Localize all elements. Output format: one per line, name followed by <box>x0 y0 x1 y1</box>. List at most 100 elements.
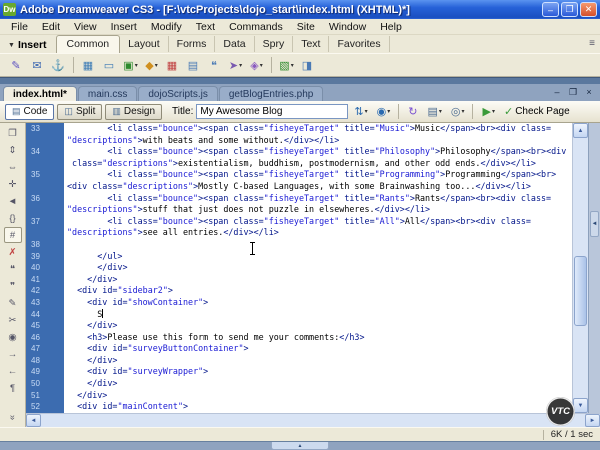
format-source-icon[interactable]: ¶ <box>4 380 22 396</box>
horizontal-scrollbar[interactable]: ◄ ► <box>26 413 600 427</box>
code-row[interactable]: 34 <li class="bounce"><span class="fishe… <box>26 146 572 158</box>
menu-item[interactable]: Modify <box>144 20 189 34</box>
code-row[interactable]: 36 <li class="bounce"><span class="fishe… <box>26 193 572 205</box>
code-row[interactable]: 49 <div id="surveyWrapper"> <box>26 366 572 378</box>
document-tab[interactable]: dojoScripts.js <box>138 86 217 101</box>
table-icon[interactable]: ▦ <box>79 56 98 75</box>
apply-comment-icon[interactable]: ❝ <box>4 261 22 277</box>
insert-div-icon[interactable]: ▭ <box>100 56 119 75</box>
wrap-tag-icon[interactable]: ✎ <box>4 295 22 311</box>
email-link-icon[interactable]: ✉ <box>28 56 47 75</box>
insert-panel-header[interactable]: ▼ Insert <box>2 39 56 53</box>
script-icon[interactable]: ◈▾ <box>247 56 266 75</box>
code-row[interactable]: 40 </div> <box>26 262 572 274</box>
code-row[interactable]: 41 </div> <box>26 274 572 286</box>
code-row[interactable]: "descriptions">stuff that just does not … <box>26 204 572 216</box>
more-options-icon[interactable]: » <box>4 409 22 425</box>
select-parent-tag-icon[interactable]: ◄ <box>4 193 22 209</box>
hyperlink-icon[interactable]: ✎ <box>7 56 26 75</box>
templates-icon[interactable]: ▧▾ <box>277 56 296 75</box>
view-options-icon[interactable]: ▤▾ <box>424 103 444 121</box>
menu-item[interactable]: Insert <box>104 20 144 34</box>
preview-browser-icon[interactable]: ◉▾ <box>374 103 394 121</box>
insert-tab[interactable]: Layout <box>120 36 169 52</box>
code-view[interactable]: 33 <li class="bounce"><span class="fishe… <box>26 123 600 413</box>
insert-tab[interactable]: Spry <box>255 36 294 52</box>
head-icon[interactable]: ➤▾ <box>226 56 245 75</box>
insert-tab[interactable]: Common <box>56 35 121 53</box>
minimize-button[interactable]: – <box>542 2 559 17</box>
document-tab[interactable]: main.css <box>78 86 137 101</box>
code-row[interactable]: 50 </div> <box>26 378 572 390</box>
expand-all-icon[interactable]: ✛ <box>4 176 22 192</box>
remove-comment-icon[interactable]: ❞ <box>4 278 22 294</box>
insert-tab[interactable]: Forms <box>169 36 216 52</box>
code-row[interactable]: 47 <div id="surveyButtonContainer"> <box>26 343 572 355</box>
check-page-button[interactable]: ✓ Check Page <box>501 103 573 121</box>
panel-collapse-arrow-icon[interactable]: ◄ <box>590 211 599 237</box>
media-icon[interactable]: ◆▾ <box>142 56 161 75</box>
code-row[interactable]: 44 S <box>26 309 572 321</box>
code-row[interactable]: 43 <div id="showContainer"> <box>26 297 572 309</box>
code-row[interactable]: 46 <h3>Please use this form to send me y… <box>26 332 572 344</box>
code-row[interactable]: 45 </div> <box>26 320 572 332</box>
insert-tab[interactable]: Text <box>293 36 329 52</box>
images-icon[interactable]: ▣▾ <box>121 56 140 75</box>
date-icon[interactable]: ▦ <box>163 56 182 75</box>
panel-menu-icon[interactable]: ≡ <box>589 38 595 49</box>
validate-markup-icon[interactable]: ▶▾ <box>479 103 497 121</box>
scroll-left-icon[interactable]: ◄ <box>26 414 41 427</box>
insert-tab[interactable]: Favorites <box>329 36 389 52</box>
code-lines[interactable]: 33 <li class="bounce"><span class="fishe… <box>26 123 572 413</box>
code-row[interactable]: 38 <box>26 239 572 251</box>
refresh-icon[interactable]: ↻ <box>405 103 421 121</box>
page-title-input[interactable] <box>196 104 348 119</box>
panel-expander-arrow-icon[interactable]: ▲ <box>271 442 329 450</box>
scroll-up-icon[interactable]: ▲ <box>573 123 588 138</box>
doc-restore-button[interactable]: ❐ <box>567 86 579 98</box>
menu-item[interactable]: Site <box>290 20 322 34</box>
file-management-icon[interactable]: ⇅▾ <box>351 103 370 121</box>
code-row[interactable]: 51 </div> <box>26 390 572 402</box>
doc-close-button[interactable]: × <box>583 86 595 98</box>
code-row[interactable]: 33 <li class="bounce"><span class="fishe… <box>26 123 572 135</box>
outdent-code-icon[interactable]: ← <box>4 363 22 379</box>
split-view-button[interactable]: ◫ Split <box>57 104 102 120</box>
recent-snippets-icon[interactable]: ✂ <box>4 312 22 328</box>
menu-item[interactable]: Window <box>322 20 373 34</box>
horizontal-scroll-track[interactable] <box>41 414 585 427</box>
doc-minimize-button[interactable]: – <box>551 86 563 98</box>
collapse-full-tag-icon[interactable]: ⇕ <box>4 142 22 158</box>
named-anchor-icon[interactable]: ⚓ <box>49 56 68 75</box>
code-row[interactable]: 52 <div id="mainContent"> <box>26 401 572 413</box>
insert-tab[interactable]: Data <box>215 36 254 52</box>
scroll-down-icon[interactable]: ▼ <box>573 398 588 413</box>
code-row[interactable]: 42 <div id="sidebar2"> <box>26 285 572 297</box>
scroll-right-icon[interactable]: ► <box>585 414 600 427</box>
code-row[interactable]: "descriptions">with beats and some witho… <box>26 135 572 147</box>
document-tab[interactable]: getBlogEntries.php <box>219 86 324 101</box>
menu-item[interactable]: Commands <box>222 20 290 34</box>
code-row[interactable]: 37 <li class="bounce"><span class="fishe… <box>26 216 572 228</box>
menu-item[interactable]: Help <box>373 20 409 34</box>
indent-code-icon[interactable]: → <box>4 346 22 362</box>
tag-chooser-icon[interactable]: ◨ <box>298 56 317 75</box>
vertical-scrollbar[interactable]: ▲ ▼ <box>572 123 588 413</box>
open-documents-icon[interactable]: ❐ <box>4 125 22 141</box>
vertical-scroll-track[interactable] <box>573 138 588 398</box>
server-include-icon[interactable]: ▤ <box>184 56 203 75</box>
close-button[interactable]: ✕ <box>580 2 597 17</box>
code-row[interactable]: 39 </ul> <box>26 251 572 263</box>
document-tab[interactable]: index.html* <box>3 86 77 101</box>
menu-item[interactable]: File <box>4 20 35 34</box>
code-row[interactable]: 35 <li class="bounce"><span class="fishe… <box>26 169 572 181</box>
design-view-button[interactable]: ▥ Design <box>105 104 162 120</box>
comment-icon[interactable]: ❝ <box>205 56 224 75</box>
restore-button[interactable]: ❐ <box>561 2 578 17</box>
visual-aids-icon[interactable]: ◎▾ <box>448 103 468 121</box>
code-view-button[interactable]: ▤ Code <box>5 104 54 120</box>
balance-braces-icon[interactable]: {} <box>4 210 22 226</box>
menu-item[interactable]: Edit <box>35 20 67 34</box>
move-css-icon[interactable]: ◉ <box>4 329 22 345</box>
collapse-selection-icon[interactable]: ⇔ <box>4 159 22 175</box>
